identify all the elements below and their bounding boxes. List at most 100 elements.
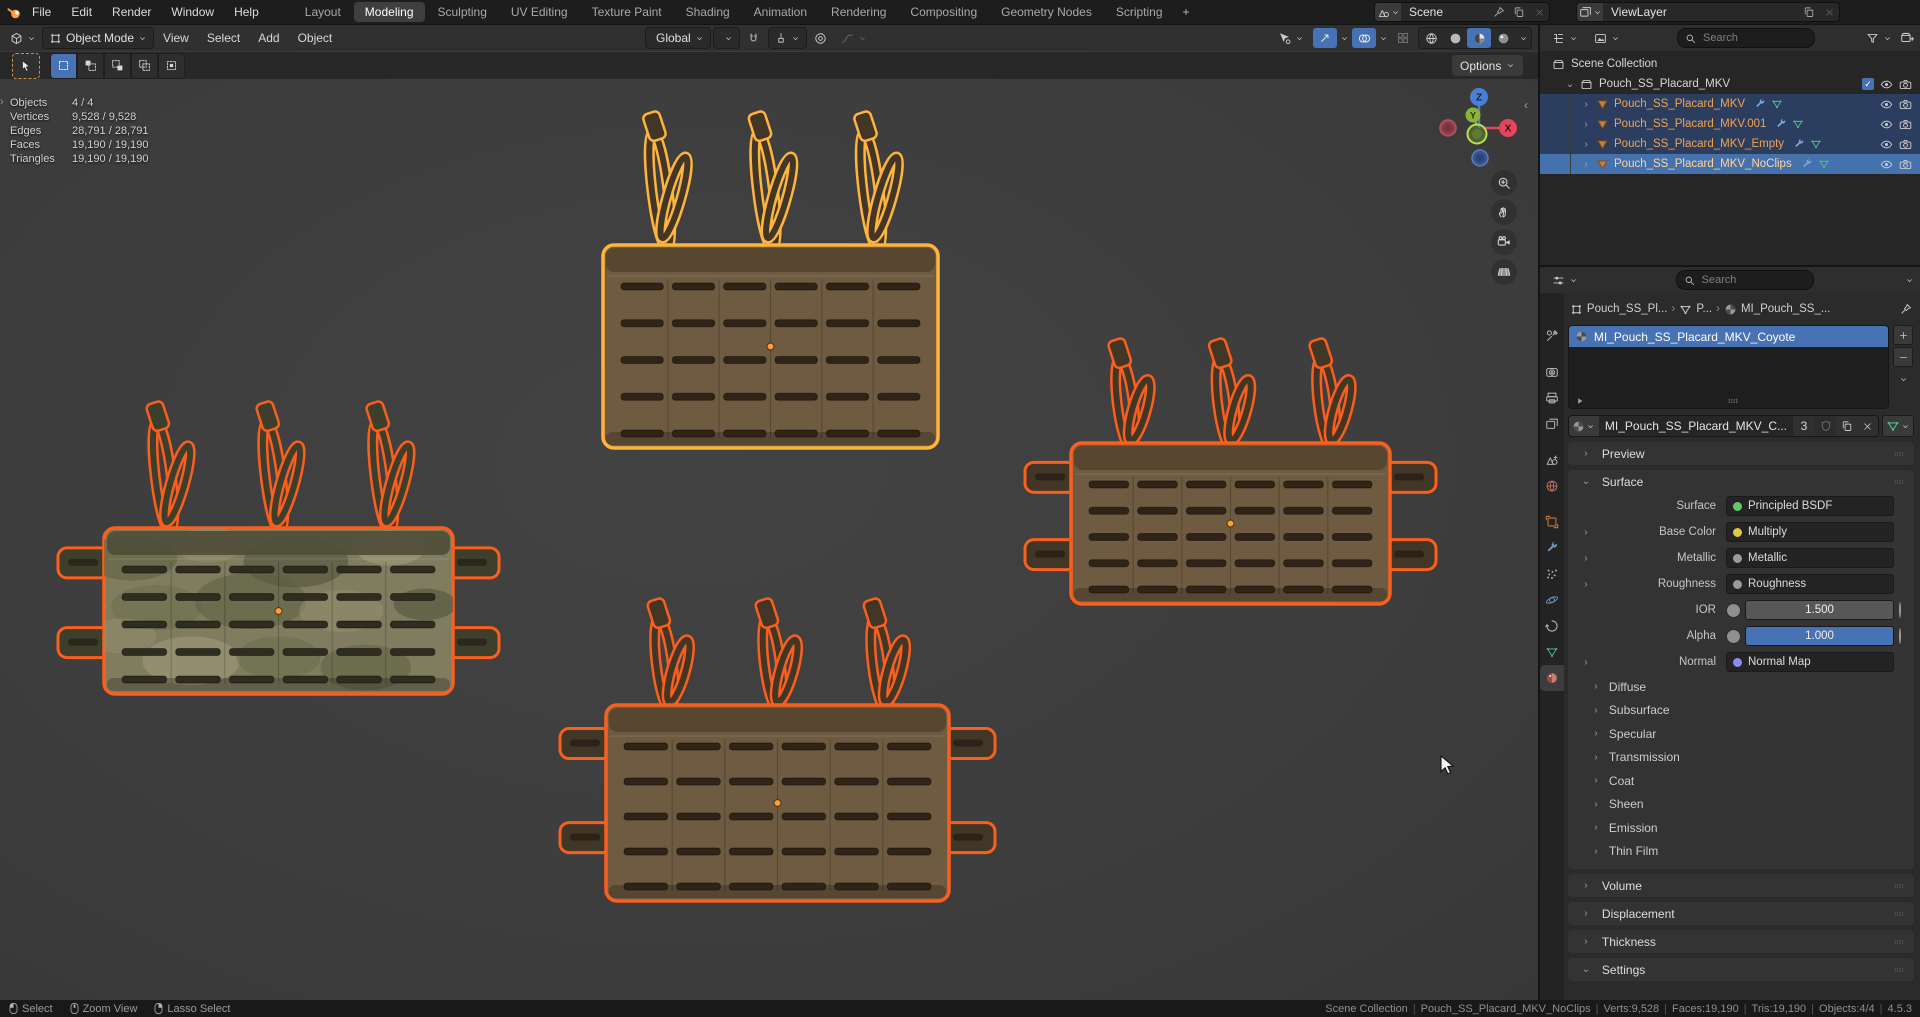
remove-slot-button[interactable] [1893,347,1913,367]
input-socket-icon[interactable] [1726,603,1741,618]
falloff-dropdown[interactable] [835,28,873,48]
camera-icon[interactable] [1899,78,1912,91]
preview-panel[interactable]: ›Preview [1568,442,1914,465]
add-slot-button[interactable] [1893,325,1913,345]
outliner-row-pouch-ss-placard-mkv-001[interactable]: ›Pouch_SS_Placard_MKV.001 [1540,114,1920,134]
camera-icon[interactable] [1899,138,1912,151]
select-mode-subtract[interactable] [104,53,131,79]
shading-material-button[interactable] [1467,28,1491,48]
model-Pouch_SS_Placard_MKV_NoClips[interactable] [603,110,938,448]
proportional-editing-toggle[interactable] [809,28,833,48]
properties-tab-output[interactable] [1540,385,1564,411]
wrench-icon[interactable] [1801,158,1813,170]
node-link-field[interactable]: Multiply [1726,522,1894,542]
camera-icon[interactable] [1899,158,1912,171]
eye-icon[interactable] [1880,158,1893,171]
outliner-display-mode[interactable] [1588,28,1626,48]
outliner-type-button[interactable] [1546,28,1584,48]
camera-icon[interactable] [1899,118,1912,131]
expand-chevron-icon[interactable]: › [1576,527,1596,538]
options-button[interactable]: Options [1452,55,1523,76]
xray-toggle[interactable] [1391,28,1415,48]
node-link-field[interactable]: Roughness [1726,574,1894,594]
shading-wireframe-button[interactable] [1419,28,1443,48]
eye-icon[interactable] [1880,118,1893,131]
viewlayer-selector[interactable]: ViewLayer [1576,2,1840,22]
properties-tab-particles[interactable] [1540,561,1564,587]
select-mode-intersect[interactable] [158,53,185,79]
specials-expand-icon[interactable] [1575,396,1585,406]
panel-settings[interactable]: ⌄Settings [1568,958,1914,981]
node-link-field[interactable]: Principled BSDF [1726,496,1894,516]
workspace-tab-texture-paint[interactable]: Texture Paint [581,2,673,22]
scene-close-icon[interactable] [1529,3,1549,21]
properties-tab-view-layer[interactable] [1540,411,1564,437]
blender-logo-icon[interactable] [7,5,22,20]
expand-chevron-icon[interactable]: › [1576,139,1596,150]
viewlayer-icon[interactable] [1577,3,1603,21]
meshdata-icon[interactable] [1792,118,1804,130]
material-name-field[interactable]: MI_Pouch_SS_Placard_MKV_C... [1599,416,1793,436]
outliner-row-pouch-ss-placard-mkv[interactable]: ›Pouch_SS_Placard_MKV [1540,94,1920,114]
input-socket-icon[interactable] [1726,629,1741,644]
workspace-tab-modeling[interactable]: Modeling [354,2,425,22]
collapse-chevron-icon[interactable]: ⌄ [1560,79,1580,90]
decorator-icon[interactable] [1899,602,1901,618]
properties-tab-modifiers[interactable] [1540,535,1564,561]
zoom-button[interactable] [1491,170,1517,196]
select-mode-extend[interactable] [77,53,104,79]
expand-chevron-icon[interactable]: › [1576,119,1596,130]
properties-tab-physics[interactable] [1540,587,1564,613]
viewport-menu-view[interactable]: View [154,31,198,45]
overlays-dropdown[interactable] [1379,34,1388,43]
expand-chevron-icon[interactable]: › [1576,657,1596,668]
properties-tab-world[interactable] [1540,473,1564,499]
gizmos-dropdown[interactable] [1340,34,1349,43]
pin-id-icon[interactable] [1900,303,1912,315]
outliner-search[interactable] [1677,28,1815,48]
viewport-menu-object[interactable]: Object [289,31,342,45]
menu-render[interactable]: Render [102,5,161,19]
wrench-icon[interactable] [1775,118,1787,130]
outliner-search-input[interactable] [1701,31,1795,45]
workspace-tab-compositing[interactable]: Compositing [899,2,988,22]
drag-grip-icon[interactable] [1892,964,1906,976]
material-browse-button[interactable] [1569,416,1599,436]
properties-tab-render[interactable] [1540,359,1564,385]
visibility-dropdown[interactable] [1272,28,1310,48]
subpanel-specular[interactable]: ›Specular [1568,722,1914,746]
subpanel-transmission[interactable]: ›Transmission [1568,746,1914,770]
menu-edit[interactable]: Edit [61,5,102,19]
node-link-field[interactable]: Normal Map [1726,652,1894,672]
subpanel-thin-film[interactable]: ›Thin Film [1568,840,1914,864]
viewport-collapse-icon[interactable]: ‹ [1524,98,1528,112]
material-slot-row[interactable]: MI_Pouch_SS_Placard_MKV_Coyote [1569,326,1888,347]
filter-dropdown[interactable] [1883,34,1892,43]
properties-options-dropdown[interactable] [1905,276,1914,285]
material-slot-list[interactable]: MI_Pouch_SS_Placard_MKV_Coyote [1568,325,1889,409]
drag-grip-icon[interactable] [1892,880,1906,892]
stats-collapse-icon[interactable]: › [0,96,4,108]
camera-icon[interactable] [1899,98,1912,111]
duplicate-material-icon[interactable] [1836,416,1857,436]
properties-search-input[interactable] [1700,273,1794,287]
new-collection-icon[interactable] [1900,31,1914,45]
panel-thickness[interactable]: ›Thickness [1568,930,1914,953]
editor-type-button[interactable] [4,28,42,48]
active-tool-select-box[interactable] [12,53,40,79]
eye-icon[interactable] [1880,98,1893,111]
breadcrumb-object[interactable]: Pouch_SS_Pl... [1587,303,1668,315]
wrench-icon[interactable] [1754,98,1766,110]
viewlayer-close-icon[interactable] [1819,3,1839,21]
node-link-field[interactable]: Metallic [1726,548,1894,568]
properties-tab-data[interactable] [1540,639,1564,665]
filter-icon[interactable] [1866,32,1879,45]
eye-icon[interactable] [1880,138,1893,151]
subpanel-sheen[interactable]: ›Sheen [1568,793,1914,817]
gizmos-toggle[interactable] [1313,28,1337,48]
select-mode-invert[interactable] [131,53,158,79]
value-slider[interactable]: 1.000 [1745,626,1894,646]
workspace-tab-geometry-nodes[interactable]: Geometry Nodes [990,2,1103,22]
viewport-menu-select[interactable]: Select [198,31,249,45]
resize-grip-icon[interactable] [1726,395,1740,407]
